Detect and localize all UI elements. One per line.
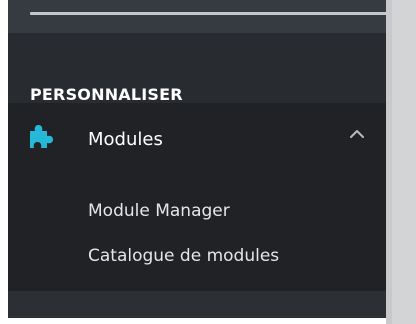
modules-block: Modules Module Manager Catalogue de modul…	[8, 103, 386, 291]
top-divider	[30, 12, 394, 15]
submenu: Module Manager Catalogue de modules	[88, 200, 279, 290]
chevron-up-icon[interactable]	[348, 128, 366, 140]
sidebar-item-modules[interactable]: Modules	[8, 117, 386, 161]
lower-band	[8, 291, 386, 318]
sidebar: PERSONNALISER Modules Module Manager Cata…	[8, 0, 394, 318]
scrollbar[interactable]	[386, 0, 392, 324]
sidebar-item-label: Modules	[88, 129, 163, 150]
puzzle-piece-icon	[30, 125, 53, 148]
submenu-item[interactable]: Module Manager	[88, 200, 279, 222]
section-heading: PERSONNALISER	[30, 85, 183, 104]
admin-screen: PERSONNALISER Modules Module Manager Cata…	[0, 0, 416, 324]
section-band: PERSONNALISER	[8, 33, 386, 104]
submenu-item[interactable]: Catalogue de modules	[88, 245, 279, 267]
content-panel	[386, 0, 416, 324]
